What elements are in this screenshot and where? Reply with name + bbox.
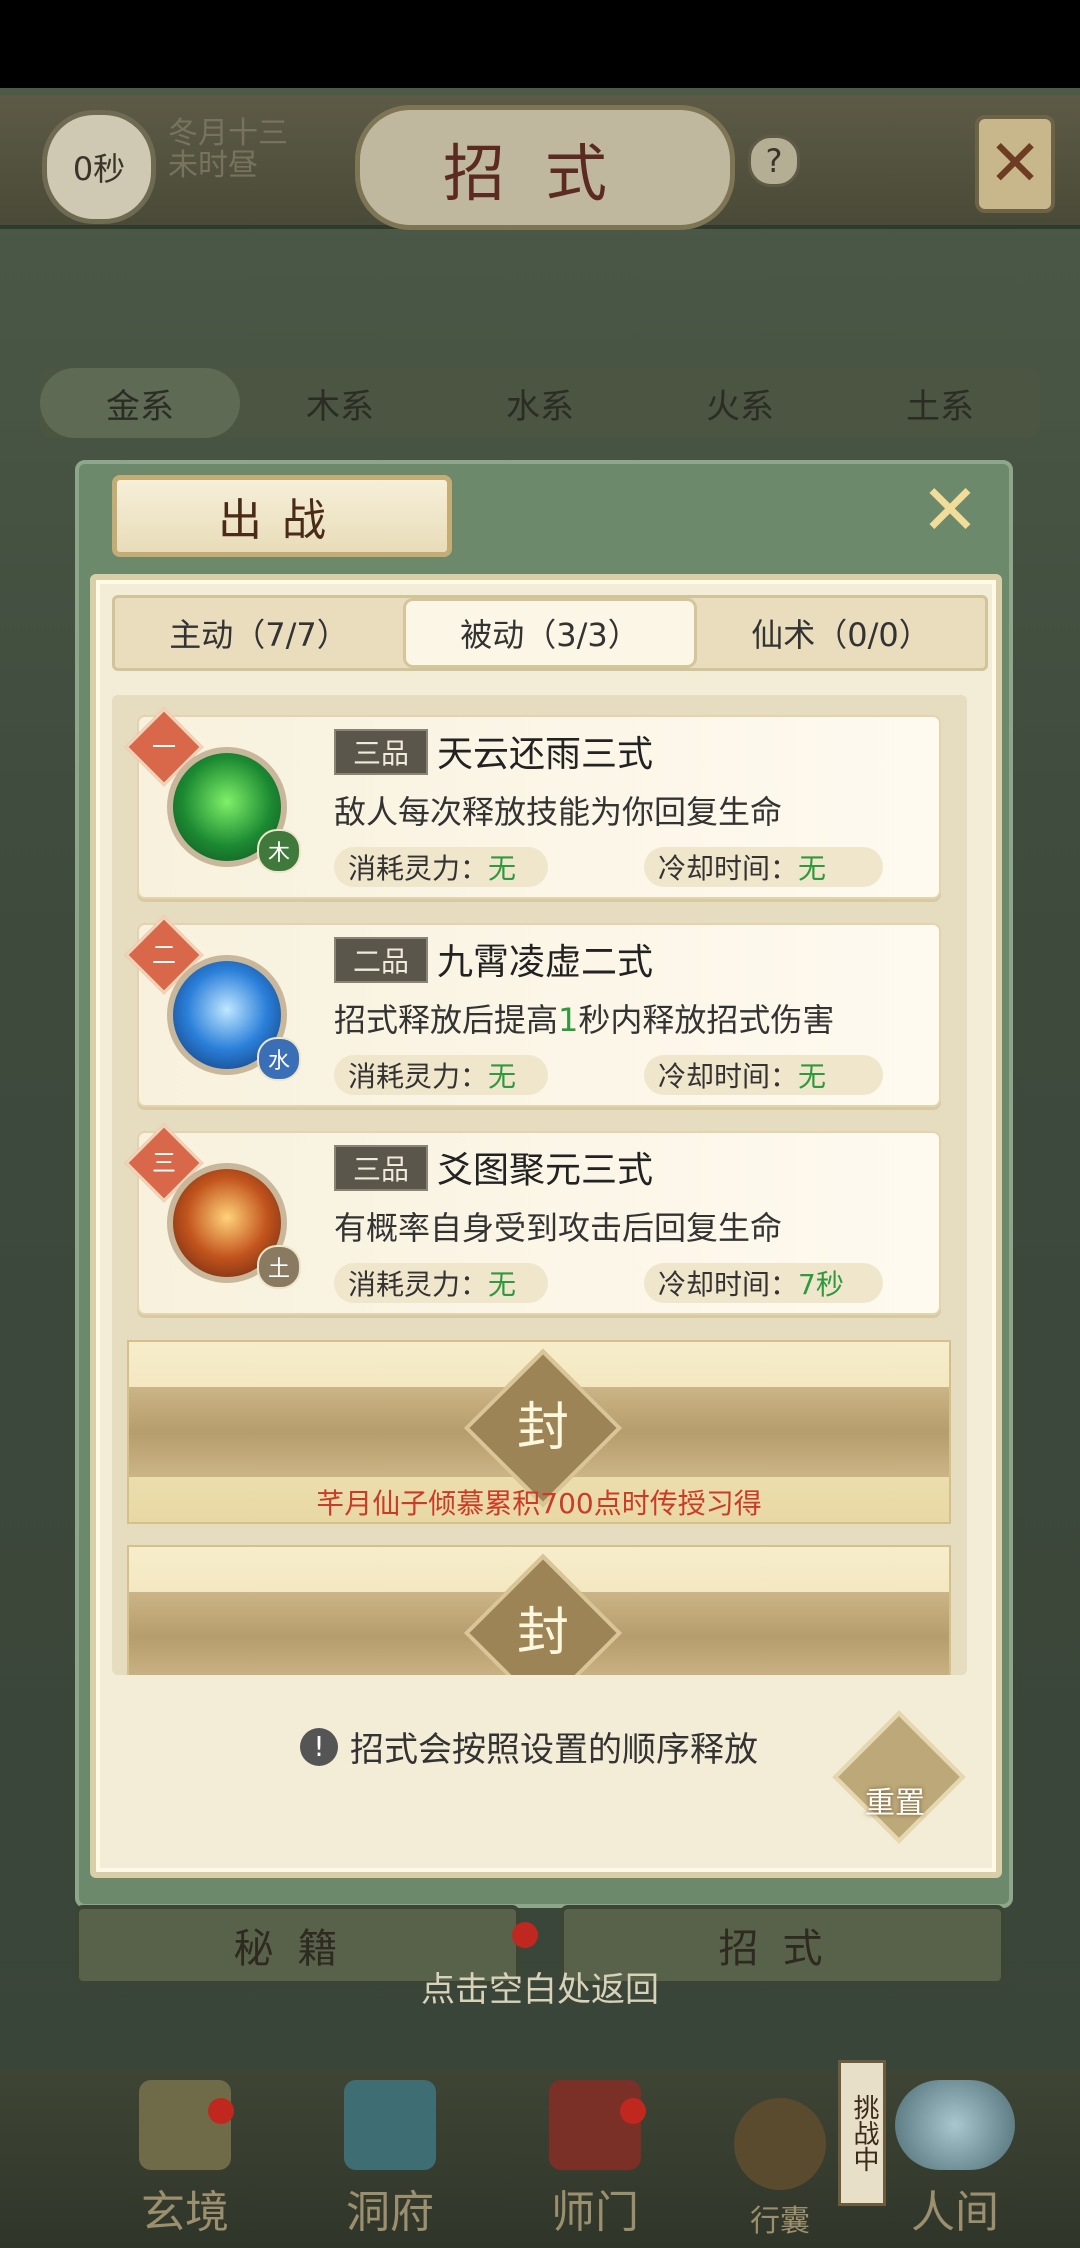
skill-name: 九霄凌虚二式 (437, 942, 654, 983)
skill-description: 敌人每次释放技能为你回复生命 (334, 793, 783, 831)
nav-renjian[interactable]: 人间 (880, 2080, 1030, 2240)
reset-label[interactable]: 重置 (850, 1778, 940, 1822)
cost-pill: 消耗灵力：无 (334, 847, 548, 887)
notification-dot (512, 1922, 538, 1948)
unlock-condition: 芊月仙子倾慕累积700点时传授习得 (316, 1487, 762, 1520)
grade-badge: 三品 (334, 1145, 428, 1191)
tab-active-skills[interactable]: 主动（7/7） (115, 598, 403, 668)
skill-name: 天云还雨三式 (437, 734, 654, 775)
bag-icon (734, 2098, 826, 2190)
skill-card[interactable]: 一 木 三品 天云还雨三式 敌人每次释放技能为你回复生命 消耗灵力：无 冷却时间… (124, 707, 941, 899)
locked-slot[interactable]: 封 (127, 1545, 951, 1675)
grade-badge: 二品 (334, 937, 428, 983)
close-icon[interactable]: ✕ (975, 115, 1055, 213)
date-line-2: 未时昼 (168, 148, 258, 183)
order-hint: ! 招式会按照设置的顺序释放 (300, 1722, 758, 1771)
timer: 0秒 (42, 110, 156, 224)
challenge-badge: 挑战中 (838, 2060, 886, 2206)
element-badge: 土 (257, 1245, 301, 1289)
skill-card[interactable]: 三 土 三品 爻图聚元三式 有概率自身受到攻击后回复生命 消耗灵力：无 冷却时间… (124, 1123, 941, 1315)
tab-water[interactable]: 水系 (440, 368, 640, 438)
skill-name: 爻图聚元三式 (437, 1150, 654, 1191)
element-tabs: 金系 木系 水系 火系 土系 (40, 368, 1040, 438)
tab-wood[interactable]: 木系 (240, 368, 440, 438)
cost-pill: 消耗灵力：无 (334, 1263, 548, 1303)
cost-pill: 消耗灵力：无 (334, 1055, 548, 1095)
date-line-1: 冬月十三 (168, 116, 288, 151)
banner-icon (549, 2080, 641, 2170)
nav-dongfu[interactable]: 洞府 (325, 2080, 455, 2240)
notification-dot (208, 2098, 234, 2124)
notification-dot (620, 2098, 646, 2124)
element-badge: 木 (257, 829, 301, 873)
skill-description: 有概率自身受到攻击后回复生命 (334, 1209, 783, 1247)
grade-badge: 三品 (334, 729, 428, 775)
dialog-title: 出战 (112, 475, 452, 557)
skill-type-tabs: 主动（7/7） 被动（3/3） 仙术（0/0） (112, 595, 988, 671)
tab-metal[interactable]: 金系 (40, 368, 240, 438)
page-title: 招式 (355, 105, 735, 230)
return-hint[interactable]: 点击空白处返回 (0, 1962, 1080, 2011)
cooldown-pill: 冷却时间：无 (644, 1055, 883, 1095)
skill-card[interactable]: 二 水 二品 九霄凌虚二式 招式释放后提高1秒内释放招式伤害 消耗灵力：无 冷却… (124, 915, 941, 1107)
skill-description: 招式释放后提高1秒内释放招式伤害 (334, 1001, 835, 1039)
nav-inventory[interactable]: 行囊 (715, 2080, 845, 2240)
mountain-icon (895, 2080, 1015, 2170)
dialog-close-icon[interactable]: ✕ (918, 475, 982, 545)
cooldown-pill: 冷却时间： 7秒 (644, 1263, 883, 1303)
tab-immortal-arts[interactable]: 仙术（0/0） (697, 598, 985, 668)
skill-list: 一 木 三品 天云还雨三式 敌人每次释放技能为你回复生命 消耗灵力：无 冷却时间… (112, 695, 967, 1675)
element-badge: 水 (257, 1037, 301, 1081)
tab-passive-skills[interactable]: 被动（3/3） (403, 598, 697, 668)
pavilion-icon (344, 2080, 436, 2170)
scroll-icon (139, 2080, 231, 2170)
help-button[interactable]: ? (748, 135, 800, 187)
tab-earth[interactable]: 土系 (840, 368, 1040, 438)
cooldown-pill: 冷却时间：无 (644, 847, 883, 887)
locked-slot[interactable]: 封 芊月仙子倾慕累积700点时传授习得 (127, 1340, 951, 1524)
warning-icon: ! (300, 1727, 338, 1766)
tab-fire[interactable]: 火系 (640, 368, 840, 438)
